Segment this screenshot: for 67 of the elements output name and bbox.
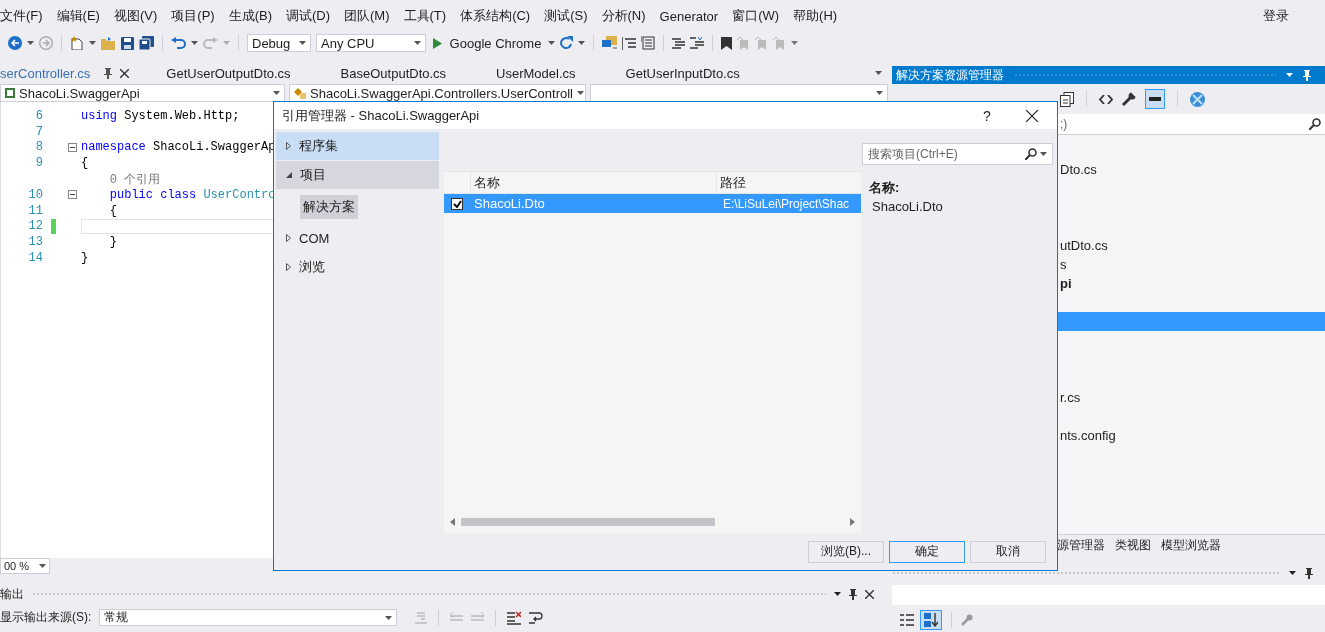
menu-item[interactable]: 团队(M) xyxy=(344,7,390,25)
code-line: } xyxy=(81,251,89,266)
menu-item[interactable]: 生成(B) xyxy=(228,7,272,25)
line-number: 10 xyxy=(27,187,43,202)
category-item[interactable]: COM xyxy=(276,224,439,252)
category-item[interactable]: 程序集 xyxy=(276,132,439,160)
sign-in-link[interactable]: 登录 xyxy=(1263,7,1289,25)
dialog-title: 引用管理器 - ShacoLi.SwaggerApi xyxy=(282,106,481,125)
source-dropdown[interactable]: 常规 xyxy=(99,609,398,626)
menu-item[interactable]: 视图(V) xyxy=(113,7,158,25)
menu-item[interactable]: 分析(N) xyxy=(601,7,646,25)
menu-item[interactable]: 文件(F) xyxy=(0,7,43,25)
panel-tab[interactable]: 模型浏览器 xyxy=(1161,536,1221,554)
menu-item[interactable]: 编辑(E) xyxy=(56,7,100,25)
code-line: } xyxy=(108,235,117,250)
document-tab[interactable]: serController.cs xyxy=(0,62,142,84)
line-number: 7 xyxy=(34,124,43,139)
menu-item[interactable]: Generator xyxy=(659,8,719,24)
line-number: 6 xyxy=(34,108,43,123)
code-line: public class UserContro xyxy=(108,187,276,202)
menu-item[interactable]: 窗口(W) xyxy=(732,7,780,25)
document-tab[interactable]: GetUserInputDto.cs xyxy=(600,62,765,84)
dialog-button[interactable]: 确定 xyxy=(889,540,965,563)
search-input[interactable]: 搜索项目(Ctrl+E) xyxy=(868,147,1022,161)
column-header[interactable]: 名称 xyxy=(470,172,716,193)
detail-value: ShacoLi.Dto xyxy=(871,199,944,214)
project-dropdown[interactable]: ShacoLi.SwaggerApi xyxy=(0,84,285,102)
menu-item[interactable]: 帮助(H) xyxy=(793,7,838,25)
menu-item[interactable]: 测试(S) xyxy=(544,7,588,25)
document-tab[interactable]: BaseOutputDto.cs xyxy=(315,62,472,84)
configuration-dropdown[interactable]: Debug xyxy=(247,34,311,52)
menu-item[interactable]: 工具(T) xyxy=(403,7,447,25)
search-field[interactable]: 搜索项目(Ctrl+E) xyxy=(862,143,1053,165)
line-number: 8 xyxy=(34,140,43,155)
code-lens[interactable]: 0 个引用 xyxy=(81,170,161,188)
category-item[interactable]: 浏览 xyxy=(276,253,439,281)
code-line: { xyxy=(108,203,117,218)
line-number: 13 xyxy=(27,235,43,250)
start-button[interactable]: Google Chrome xyxy=(431,35,544,51)
menu-item[interactable]: 体系结构(C) xyxy=(460,7,531,25)
menu-item[interactable]: 调试(D) xyxy=(286,7,331,25)
category-item[interactable]: 项目 xyxy=(276,161,439,189)
menu-item[interactable]: 项目(P) xyxy=(171,7,215,25)
panel-tab[interactable]: 类视图 xyxy=(1115,536,1151,554)
type-dropdown[interactable]: ShacoLi.SwaggerApi.Controllers.UserControll xyxy=(289,84,586,102)
zoom-dropdown[interactable]: 00 % xyxy=(0,558,50,574)
detail-label: 名称: xyxy=(869,179,901,197)
dialog-button[interactable]: 浏览(B)... xyxy=(808,540,884,563)
panel-title: 解决方案资源管理器 xyxy=(896,66,1004,84)
column-header[interactable]: 路径 xyxy=(716,172,861,193)
code-line: namespace ShacoLi.SwaggerAp xyxy=(81,140,276,155)
panel-title: 输出 xyxy=(0,585,24,603)
source-label: 显示输出来源(S): xyxy=(0,609,92,626)
code-line: { xyxy=(81,156,89,171)
document-tab[interactable]: UserModel.cs xyxy=(471,62,601,84)
line-number: 11 xyxy=(27,203,43,218)
platform-dropdown[interactable]: Any CPU xyxy=(316,34,426,52)
document-tab[interactable]: GetUserOutputDto.cs xyxy=(141,62,316,84)
line-number: 12 xyxy=(27,219,43,234)
name-cell-text: ShacoLi.Dto xyxy=(473,196,546,211)
line-number: 9 xyxy=(34,156,43,171)
line-number: 14 xyxy=(27,251,43,266)
dialog-button[interactable]: 取消 xyxy=(970,540,1046,563)
subcategory-item[interactable]: 解决方案 xyxy=(300,195,358,219)
path-cell-text: E:\LiSuLei\Project\Shac xyxy=(722,196,851,211)
panel-tab[interactable]: 源管理器 xyxy=(1057,536,1105,554)
code-line: using System.Web.Http; xyxy=(81,108,240,123)
